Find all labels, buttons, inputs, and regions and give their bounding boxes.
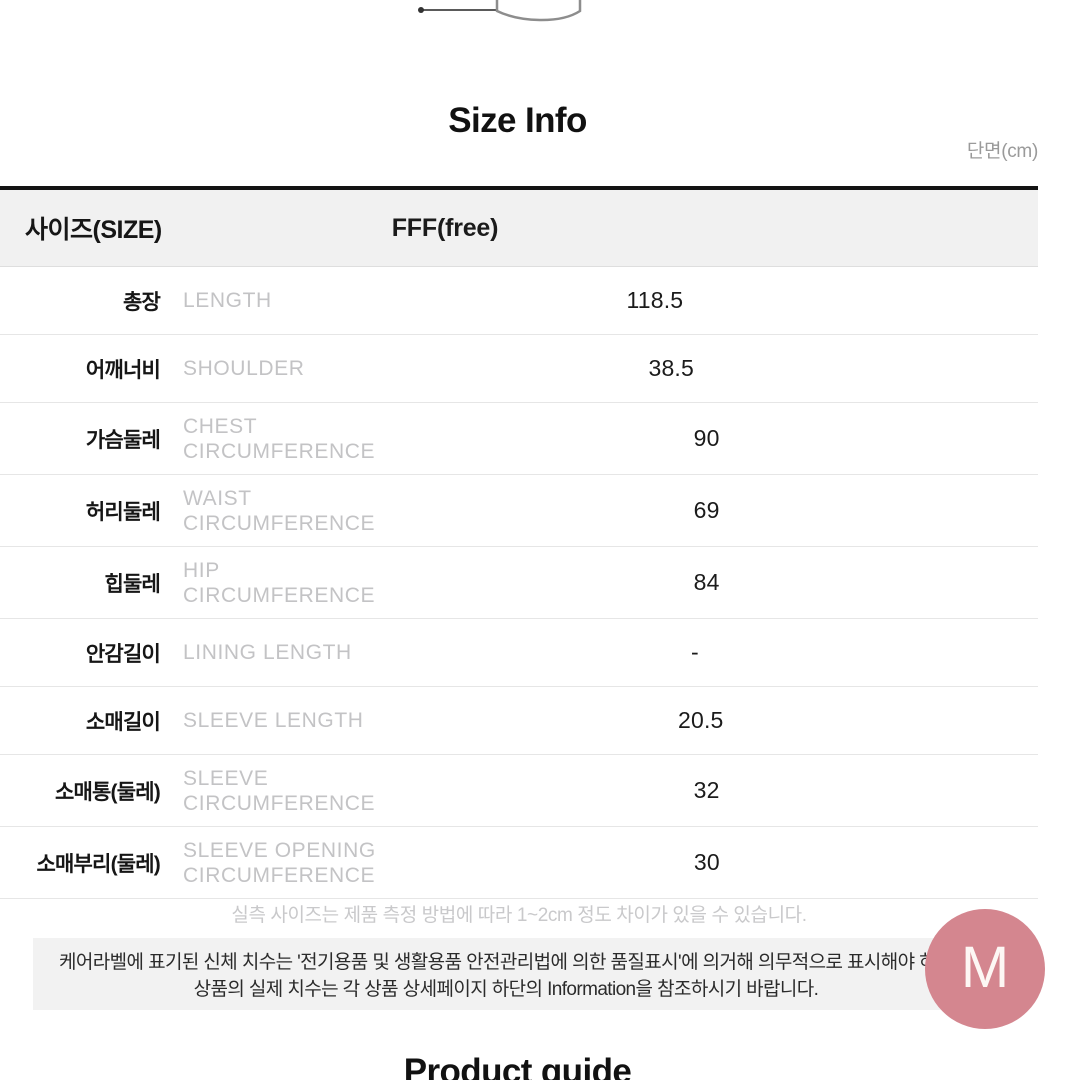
row-label-en-line1: WAIST <box>183 486 252 510</box>
row-label-en: SLEEVE OPENING CIRCUMFERENCE <box>160 838 542 888</box>
brand-badge-letter: M <box>960 935 1010 1000</box>
table-row: 안감길이 LINING LENGTH - <box>0 619 1038 687</box>
row-label-ko: 허리둘레 <box>85 500 161 524</box>
size-info-table: 사이즈(SIZE) FFF(free) 총장 LENGTH 118.5 어깨너비… <box>0 186 1038 899</box>
row-label-en: WAIST CIRCUMFERENCE <box>160 486 542 536</box>
row-label-en-line1: SHOULDER <box>183 357 305 380</box>
legal-notice-line-2: 상품의 실제 치수는 각 상품 상세페이지 하단의 Information을 참… <box>193 979 819 1000</box>
row-label-en: SLEEVE CIRCUMFERENCE <box>160 766 542 816</box>
table-row: 가슴둘레 CHEST CIRCUMFERENCE 90 <box>0 403 1038 475</box>
row-label-en: SHOULDER <box>160 356 506 381</box>
row-label-en-line2: CIRCUMFERENCE <box>183 791 376 815</box>
measurement-unit-note: 단면(cm) <box>966 141 1038 162</box>
row-value: - <box>690 639 699 665</box>
row-label-ko: 가슴둘레 <box>85 428 161 452</box>
table-row: 소매통(둘레) SLEEVE CIRCUMFERENCE 32 <box>0 755 1038 827</box>
row-label-ko: 소매부리(둘레) <box>36 852 160 876</box>
row-label-en: CHEST CIRCUMFERENCE <box>160 414 542 464</box>
row-label-en: LENGTH <box>160 288 490 313</box>
row-value: 30 <box>693 849 720 875</box>
row-label-en: LINING LENGTH <box>160 640 530 665</box>
measurement-disclaimer: 실측 사이즈는 제품 측정 방법에 따라 1~2cm 정도 차이가 있을 수 있… <box>231 905 807 926</box>
row-value: 69 <box>693 497 720 523</box>
legal-notice-line-1: 케어라벨에 표기된 신체 치수는 '전기용품 및 생활용품 안전관리법에 의한 … <box>58 952 954 973</box>
row-value: 84 <box>693 569 720 595</box>
row-label-en-line1: SLEEVE LENGTH <box>183 709 364 732</box>
row-label-ko: 힙둘레 <box>104 572 160 596</box>
row-label-en-line1: CHEST <box>183 414 258 438</box>
garment-outline-svg <box>418 0 582 22</box>
row-label-en-line1: SLEEVE <box>183 766 269 790</box>
table-row: 총장 LENGTH 118.5 <box>0 267 1038 335</box>
table-row: 소매부리(둘레) SLEEVE OPENING CIRCUMFERENCE 30 <box>0 827 1038 899</box>
row-label-en-line2: CIRCUMFERENCE <box>183 511 376 535</box>
row-value: 20.5 <box>677 707 724 733</box>
brand-badge: M <box>925 909 1045 1029</box>
product-guide-heading: Product guide <box>403 1052 632 1080</box>
row-value: 38.5 <box>648 355 695 381</box>
row-label-en: SLEEVE LENGTH <box>160 708 536 733</box>
table-row: 힙둘레 HIP CIRCUMFERENCE 84 <box>0 547 1038 619</box>
row-label-en-line2: CIRCUMFERENCE <box>183 863 376 887</box>
row-label-ko: 소매길이 <box>85 710 161 734</box>
page-title: Size Info <box>448 101 587 140</box>
row-label-en-line1: HIP <box>183 558 220 582</box>
title-block: Size Info 단면(cm) <box>0 100 1080 180</box>
column-header-value: FFF(free) <box>391 213 499 242</box>
row-value: 90 <box>693 425 720 451</box>
table-row: 허리둘레 WAIST CIRCUMFERENCE 69 <box>0 475 1038 547</box>
row-value: 32 <box>693 777 720 803</box>
table-row: 어깨너비 SHOULDER 38.5 <box>0 335 1038 403</box>
table-header-row: 사이즈(SIZE) FFF(free) <box>0 190 1038 267</box>
row-label-ko: 소매통(둘레) <box>55 780 161 804</box>
legal-notice-box: 케어라벨에 표기된 신체 치수는 '전기용품 및 생활용품 안전관리법에 의한 … <box>33 938 979 1010</box>
row-label-en: HIP CIRCUMFERENCE <box>160 558 542 608</box>
row-label-en-line1: LENGTH <box>183 289 272 312</box>
column-header-size: 사이즈(SIZE) <box>25 216 162 244</box>
row-label-en-line2: CIRCUMFERENCE <box>183 439 376 463</box>
row-value: 118.5 <box>626 287 684 313</box>
table-row: 소매길이 SLEEVE LENGTH 20.5 <box>0 687 1038 755</box>
row-label-en-line1: LINING LENGTH <box>183 641 352 664</box>
row-label-en-line2: CIRCUMFERENCE <box>183 583 376 607</box>
row-label-en-line1: SLEEVE OPENING <box>183 838 376 862</box>
row-label-ko: 안감길이 <box>85 642 161 666</box>
garment-diagram-fragment <box>0 0 1080 34</box>
row-label-ko: 총장 <box>122 290 161 314</box>
row-label-ko: 어깨너비 <box>85 358 161 382</box>
